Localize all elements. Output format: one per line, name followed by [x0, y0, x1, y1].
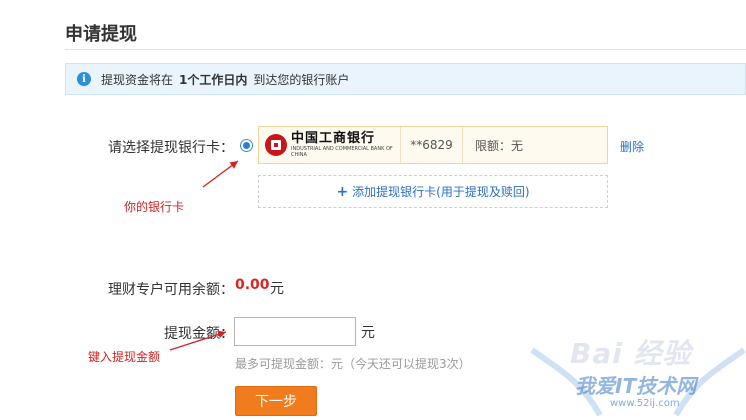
watermark-brand: Bai 经验 — [570, 337, 692, 370]
watermark-url: www.52ij.com — [610, 398, 680, 409]
amount-arrow — [169, 330, 227, 351]
card-arrow — [202, 160, 239, 188]
watermark-site: 我爱IT技术网 — [575, 374, 697, 398]
watermark: Bai 经验 我爱IT技术网 www.52ij.com — [530, 330, 746, 420]
